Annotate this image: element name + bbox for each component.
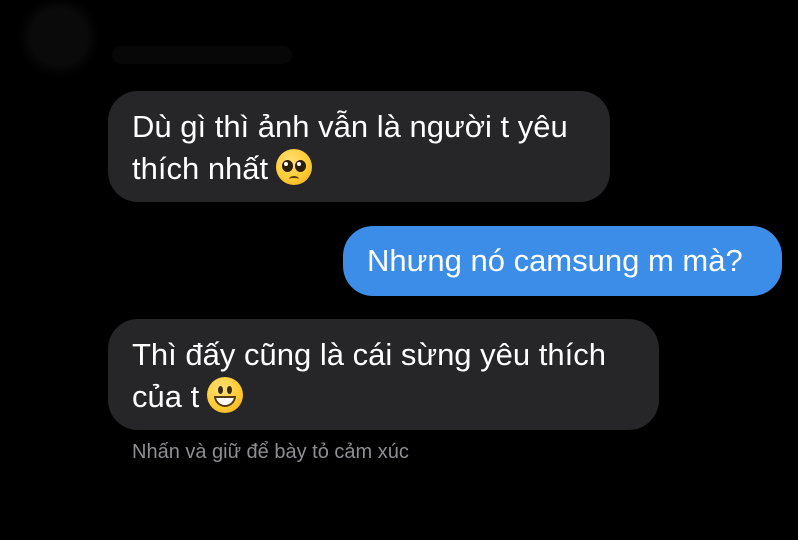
message-text: thích nhất bbox=[132, 151, 269, 186]
message-bubble-incoming[interactable]: Thì đấy cũng là cái sừng yêu thích của t bbox=[108, 319, 659, 430]
pleading-face-icon bbox=[276, 149, 313, 185]
message-text: Nhưng nó camsung m mà? bbox=[367, 243, 743, 278]
message-text: của t bbox=[132, 379, 200, 414]
message-text-line: của t bbox=[132, 376, 635, 418]
reaction-hint: Nhấn và giữ để bày tỏ cảm xúc bbox=[132, 441, 409, 463]
message-bubble-outgoing[interactable]: Nhưng nó camsung m mà? bbox=[343, 226, 782, 296]
message-text-line: Dù gì thì ảnh vẫn là người t yêu bbox=[132, 109, 568, 144]
message-text-line: thích nhất bbox=[132, 148, 586, 190]
message-bubble-incoming[interactable]: Dù gì thì ảnh vẫn là người t yêu thích n… bbox=[108, 91, 610, 202]
contact-avatar[interactable] bbox=[30, 8, 88, 66]
grinning-face-icon bbox=[207, 377, 244, 413]
contact-name-blurred bbox=[112, 46, 292, 64]
message-text-line: Thì đấy cũng là cái sừng yêu thích bbox=[132, 337, 606, 372]
